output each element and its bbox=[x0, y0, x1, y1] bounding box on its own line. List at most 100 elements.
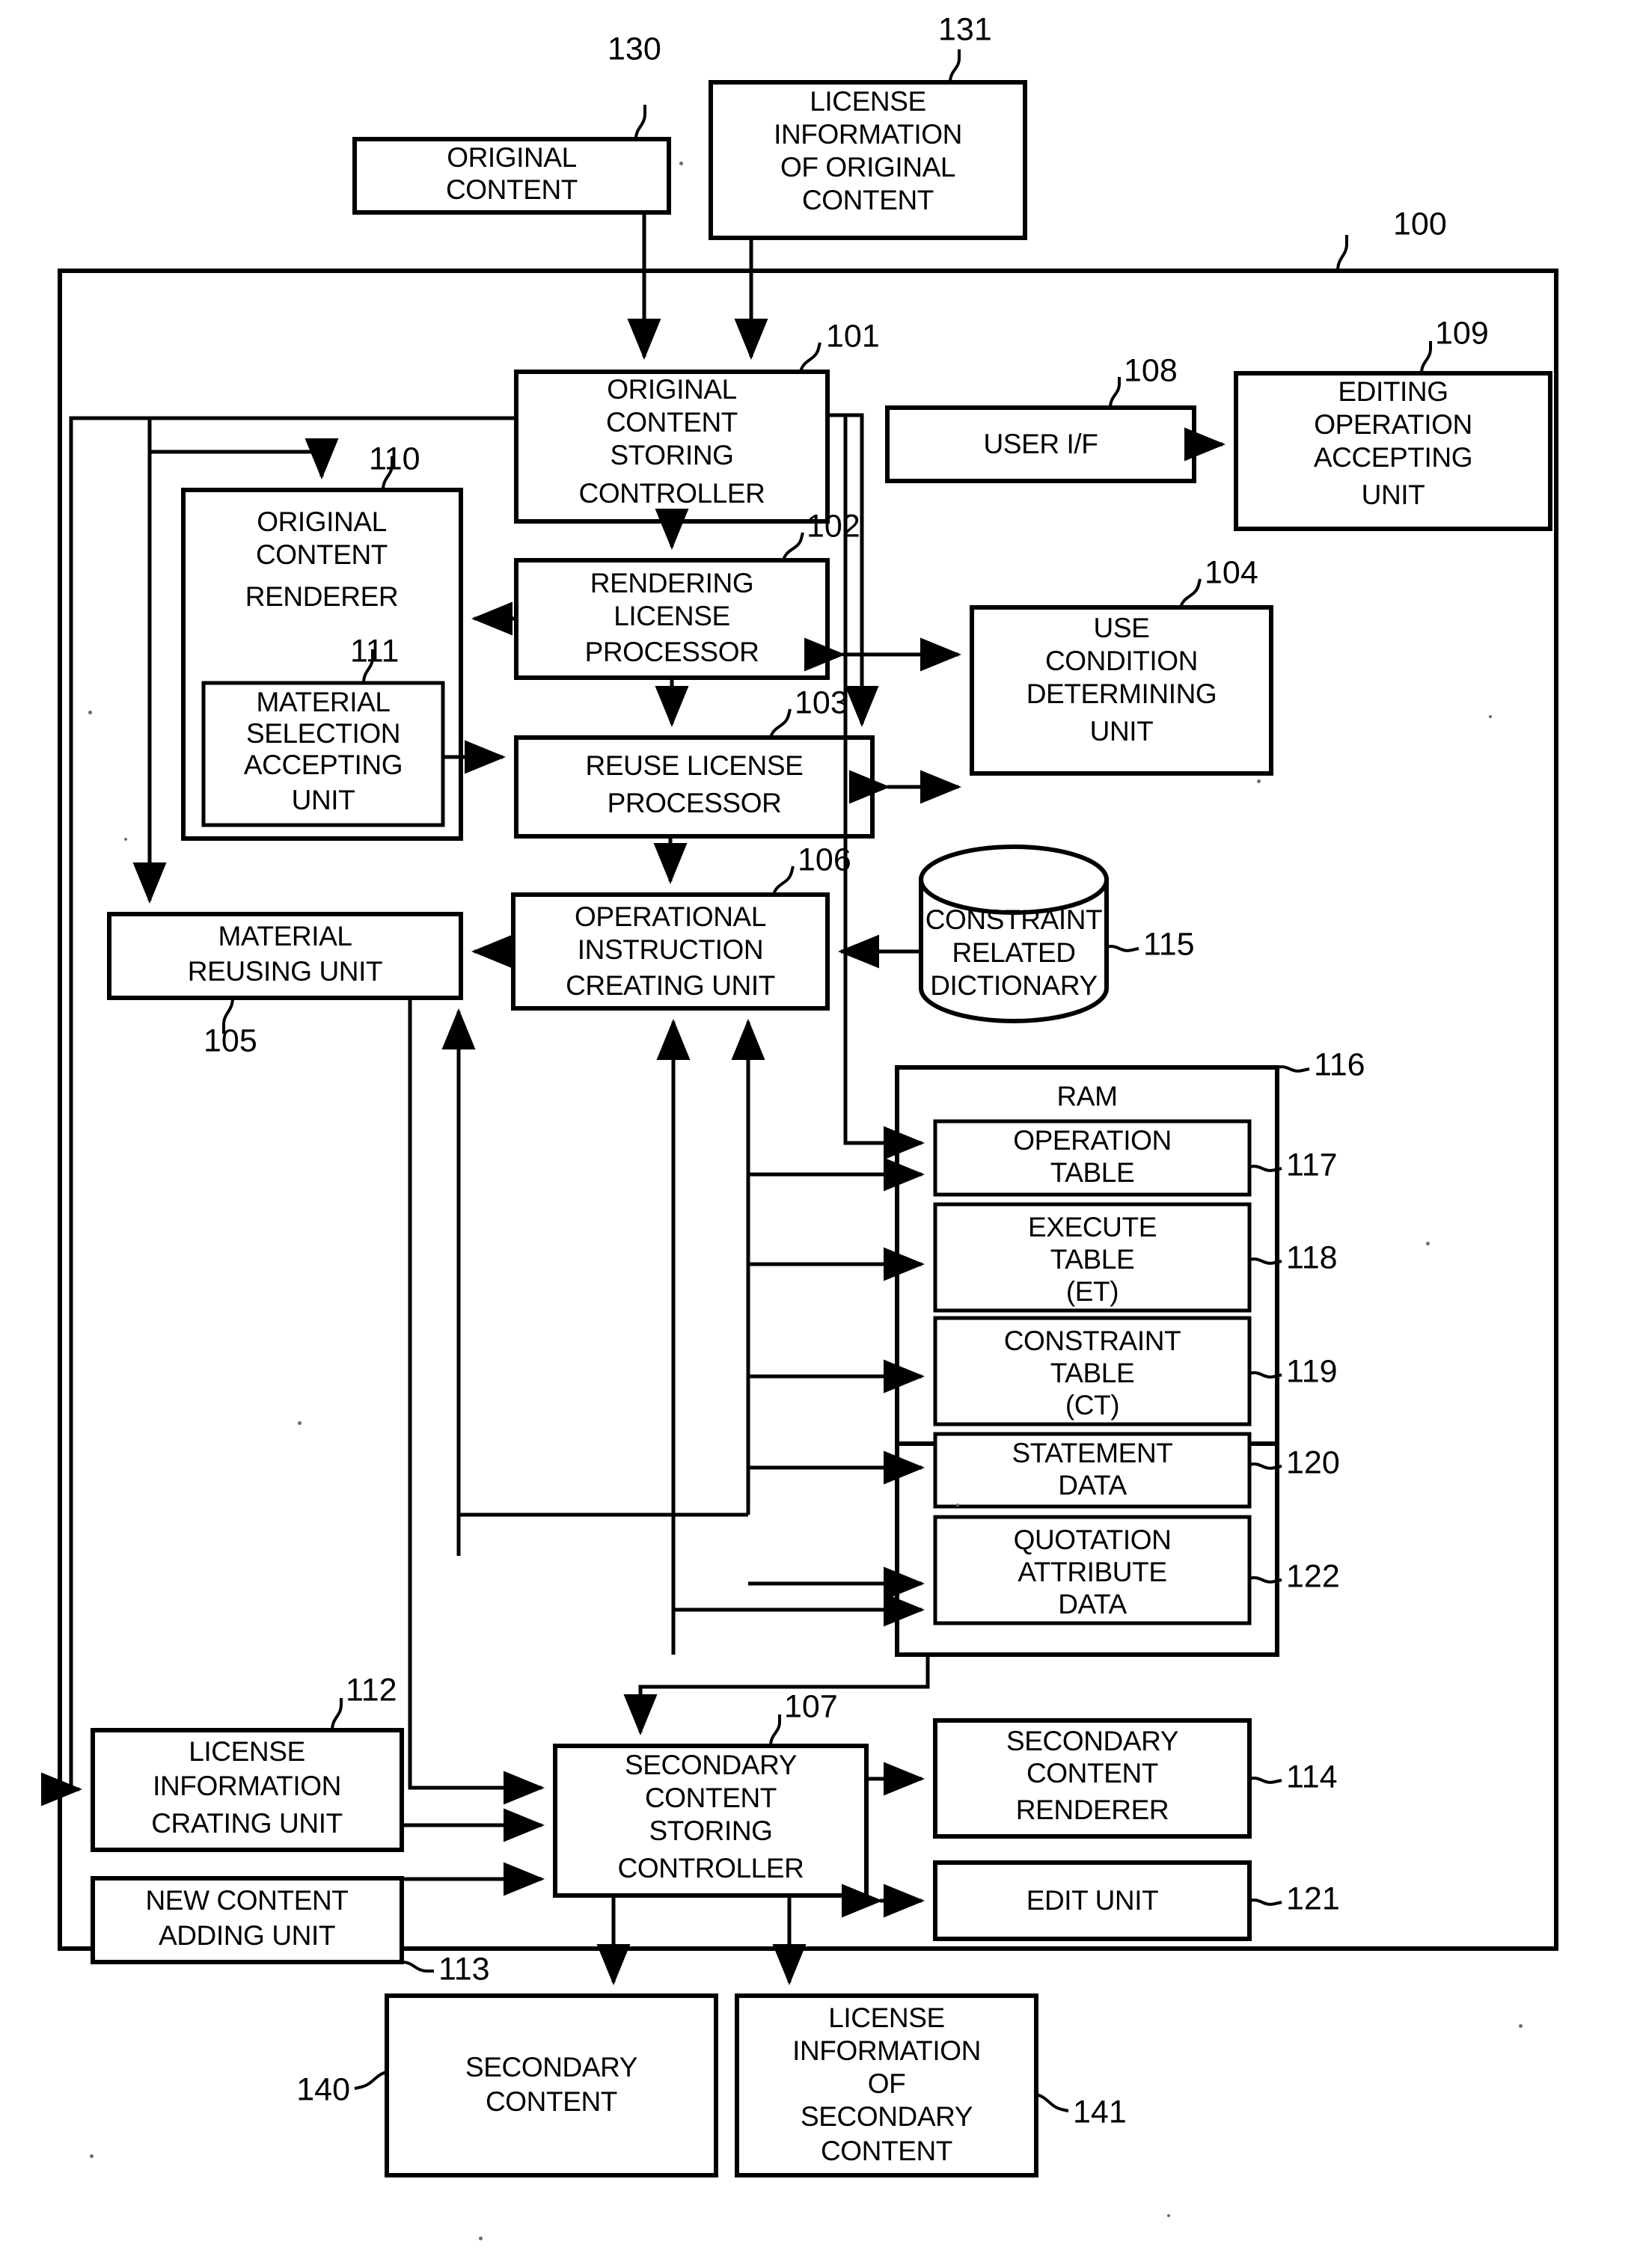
leader-141 bbox=[1035, 2093, 1069, 2112]
label-116-l1: RAM bbox=[1056, 1081, 1117, 1112]
label-105-l1: MATERIAL bbox=[218, 921, 352, 951]
label-104-l1: USE bbox=[1094, 613, 1150, 643]
label-122-l3: DATA bbox=[1058, 1589, 1127, 1619]
label-106-l2: INSTRUCTION bbox=[578, 934, 763, 965]
label-109-l2: OPERATION bbox=[1314, 409, 1472, 440]
leader-116 bbox=[1276, 1065, 1310, 1073]
scan-speck bbox=[1257, 779, 1261, 783]
label-106-l3: CREATING UNIT bbox=[566, 970, 775, 1001]
label-101-l3: STORING bbox=[610, 440, 733, 471]
ref-117: 117 bbox=[1286, 1147, 1338, 1183]
ref-101: 101 bbox=[826, 318, 880, 354]
ref-108: 108 bbox=[1124, 352, 1178, 388]
scan-speck bbox=[124, 838, 127, 841]
label-103-l1: REUSE LICENSE bbox=[586, 750, 804, 781]
label-112-l1: LICENSE bbox=[189, 1736, 305, 1767]
wire-105-down-rail bbox=[408, 998, 545, 1805]
ref-107: 107 bbox=[784, 1688, 838, 1724]
label-114-l1: SECONDARY bbox=[1006, 1726, 1178, 1756]
label-license-info-original-l1: LICENSE bbox=[810, 86, 926, 117]
label-license-info-original-l2: INFORMATION bbox=[774, 119, 962, 150]
label-118-l3: (ET) bbox=[1066, 1276, 1119, 1307]
label-119-l1: CONSTRAINT bbox=[1004, 1325, 1181, 1356]
label-104-l3: DETERMINING bbox=[1026, 678, 1217, 709]
ref-120: 120 bbox=[1286, 1444, 1340, 1480]
label-115-l2: RELATED bbox=[952, 937, 1075, 968]
label-141-l4: SECONDARY bbox=[801, 2101, 973, 2132]
label-141-l2: INFORMATION bbox=[792, 2035, 981, 2066]
ref-112: 112 bbox=[346, 1672, 397, 1708]
wire-101-to-110-bus bbox=[147, 416, 516, 480]
leader-131 bbox=[949, 49, 961, 83]
scan-speck bbox=[1519, 2024, 1523, 2028]
ref-140: 140 bbox=[296, 2071, 350, 2107]
label-107-l2: CONTENT bbox=[645, 1783, 777, 1813]
label-115-l1: CONSTRAINT bbox=[925, 904, 1103, 935]
label-115-l3: DICTIONARY bbox=[930, 970, 1098, 1001]
ref-115: 115 bbox=[1143, 926, 1195, 962]
ref-118: 118 bbox=[1286, 1239, 1338, 1275]
label-original-content-l2: CONTENT bbox=[446, 174, 578, 205]
label-118-l2: TABLE bbox=[1050, 1244, 1134, 1275]
ref-105: 105 bbox=[204, 1023, 257, 1058]
label-110-l2: CONTENT bbox=[256, 539, 388, 570]
label-111-l2: SELECTION bbox=[246, 718, 400, 749]
label-110-l1: ORIGINAL bbox=[257, 506, 387, 537]
ref-122: 122 bbox=[1286, 1558, 1340, 1594]
ref-130: 130 bbox=[608, 31, 661, 67]
diagram-svg: ORIGINAL CONTENT LICENSE INFORMATION OF … bbox=[41, 11, 1558, 2177]
scan-speck bbox=[298, 1421, 302, 1425]
label-140-l2: CONTENT bbox=[486, 2086, 617, 2117]
ref-110: 110 bbox=[369, 441, 420, 476]
ref-103: 103 bbox=[795, 684, 848, 720]
leader-107 bbox=[769, 1714, 781, 1747]
leader-121 bbox=[1249, 1898, 1282, 1906]
label-117-l1: OPERATION bbox=[1013, 1125, 1172, 1156]
label-118-l1: EXECUTE bbox=[1028, 1212, 1157, 1242]
label-original-content-l1: ORIGINAL bbox=[447, 142, 577, 173]
label-141-l5: CONTENT bbox=[821, 2136, 952, 2166]
leader-109 bbox=[1420, 341, 1432, 374]
label-109-l4: UNIT bbox=[1362, 479, 1425, 510]
ref-113: 113 bbox=[438, 1951, 490, 1987]
label-112-l2: INFORMATION bbox=[153, 1771, 341, 1801]
label-111-l3: ACCEPTING bbox=[244, 750, 403, 780]
leader-108 bbox=[1109, 377, 1121, 408]
label-107-l1: SECONDARY bbox=[625, 1750, 797, 1780]
ref-111: 111 bbox=[350, 633, 399, 669]
leader-103 bbox=[769, 708, 792, 738]
label-121-l1: EDIT UNIT bbox=[1026, 1885, 1159, 1916]
ref-109: 109 bbox=[1435, 315, 1489, 351]
label-114-l3: RENDERER bbox=[1016, 1795, 1169, 1825]
leader-115 bbox=[1106, 945, 1139, 952]
label-license-info-original-l4: CONTENT bbox=[802, 185, 934, 215]
scan-speck bbox=[90, 2154, 94, 2158]
label-141-l1: LICENSE bbox=[828, 2002, 945, 2033]
label-101-l1: ORIGINAL bbox=[607, 374, 737, 405]
scan-speck bbox=[679, 162, 683, 165]
scan-speck bbox=[479, 2237, 483, 2240]
label-110-l3: RENDERER bbox=[245, 581, 398, 612]
leader-102 bbox=[782, 532, 804, 561]
leader-101 bbox=[799, 342, 821, 373]
leader-112 bbox=[331, 1698, 343, 1731]
label-119-l3: (CT) bbox=[1065, 1390, 1119, 1420]
label-102-l2: LICENSE bbox=[614, 601, 730, 631]
label-120-l2: DATA bbox=[1058, 1470, 1127, 1501]
ref-102: 102 bbox=[807, 508, 860, 544]
patent-figure-canvas: ORIGINAL CONTENT LICENSE INFORMATION OF … bbox=[0, 0, 1640, 2268]
label-122-l1: QUOTATION bbox=[1014, 1524, 1172, 1555]
label-111-l4: UNIT bbox=[292, 785, 355, 815]
label-111-l1: MATERIAL bbox=[256, 687, 390, 717]
ref-131: 131 bbox=[938, 11, 992, 47]
ref-121: 121 bbox=[1286, 1881, 1340, 1916]
label-106-l1: OPERATIONAL bbox=[575, 901, 766, 932]
label-120-l1: STATEMENT bbox=[1012, 1438, 1173, 1468]
ref-116: 116 bbox=[1314, 1046, 1365, 1082]
label-102-l3: PROCESSOR bbox=[585, 637, 759, 667]
label-107-l4: CONTROLLER bbox=[618, 1853, 804, 1884]
leader-104 bbox=[1179, 578, 1202, 608]
label-107-l3: STORING bbox=[649, 1815, 772, 1846]
ref-106: 106 bbox=[798, 842, 851, 877]
ref-100: 100 bbox=[1393, 206, 1447, 242]
